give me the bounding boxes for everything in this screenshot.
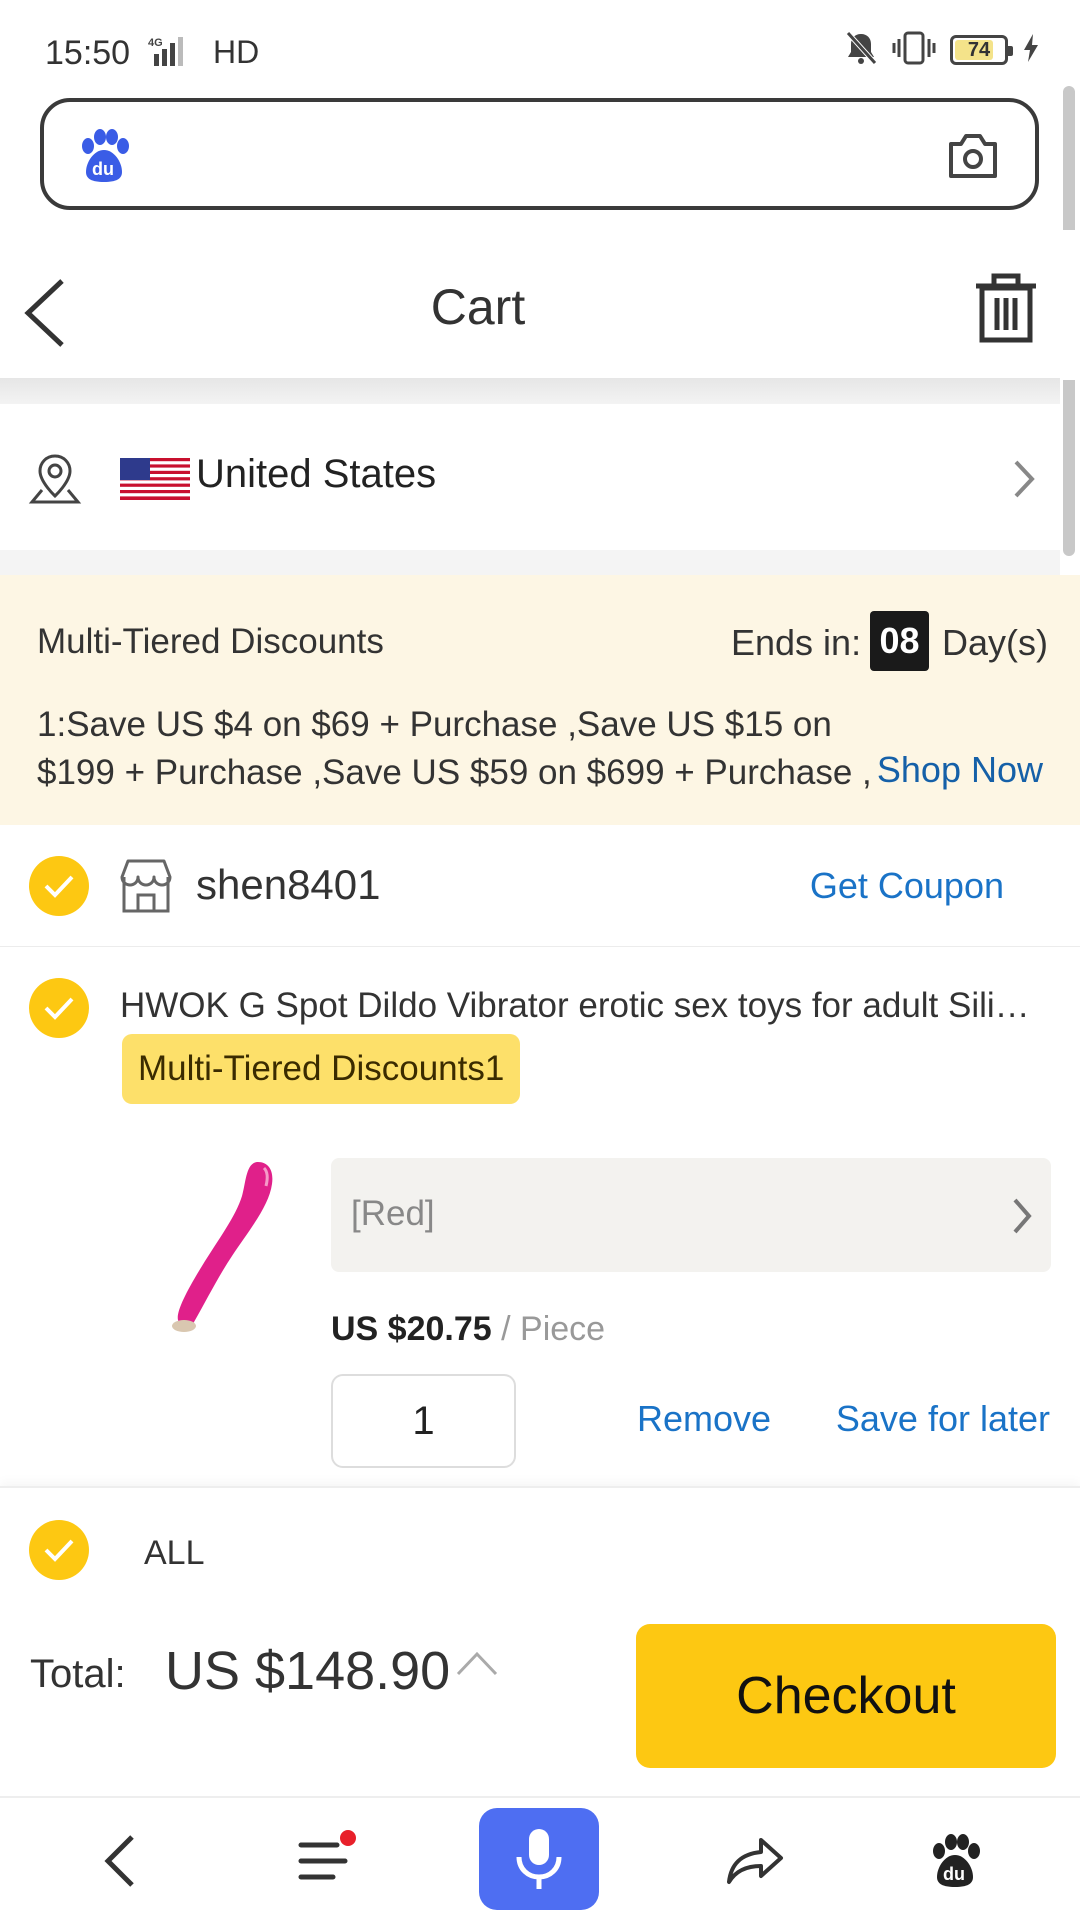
baidu-logo-icon: du bbox=[76, 128, 132, 184]
vibrate-icon bbox=[892, 31, 936, 70]
product-image[interactable] bbox=[140, 1150, 290, 1340]
get-coupon-link[interactable]: Get Coupon bbox=[810, 865, 1004, 907]
save-for-later-button[interactable]: Save for later bbox=[836, 1398, 1050, 1440]
price-unit: / Piece bbox=[501, 1310, 606, 1348]
quantity-input[interactable]: 1 bbox=[331, 1374, 516, 1468]
variant-selector[interactable]: [Red] bbox=[331, 1158, 1051, 1272]
status-time: 15:50 bbox=[45, 34, 131, 72]
signal-icon: 4G bbox=[148, 34, 206, 68]
select-all-label: ALL bbox=[144, 1534, 205, 1572]
us-flag-icon bbox=[120, 458, 190, 500]
chevron-right-icon bbox=[1009, 1194, 1035, 1238]
shop-now-link[interactable]: Shop Now bbox=[877, 749, 1043, 791]
item-checkbox[interactable] bbox=[29, 978, 89, 1038]
mute-bell-icon bbox=[844, 30, 878, 71]
battery-level: 74 bbox=[967, 38, 991, 61]
ends-in-label: Ends in: bbox=[731, 622, 862, 663]
svg-text:4G: 4G bbox=[148, 37, 163, 49]
share-icon[interactable] bbox=[720, 1826, 790, 1896]
cart-header: Cart bbox=[0, 230, 1080, 380]
chevron-right-icon bbox=[1010, 456, 1038, 502]
checkout-footer: ALL Total: US $148.90 Checkout bbox=[0, 1486, 1080, 1796]
store-icon bbox=[118, 857, 174, 915]
item-price: US $20.75 bbox=[331, 1310, 492, 1348]
promo-description: 1:Save US $4 on $69 + Purchase ,Save US … bbox=[37, 705, 872, 792]
store-checkbox[interactable] bbox=[29, 856, 89, 916]
svg-text:du: du bbox=[943, 1864, 965, 1884]
total-value: US $148.90 bbox=[165, 1641, 451, 1701]
variant-label: [Red] bbox=[351, 1194, 435, 1233]
promo-title: Multi-Tiered Discounts bbox=[37, 622, 384, 661]
baidu-home-icon[interactable]: du bbox=[920, 1826, 990, 1896]
voice-search-button[interactable] bbox=[479, 1808, 599, 1910]
status-bar: 15:50 4G HD 74 bbox=[0, 0, 1080, 100]
page-title: Cart bbox=[430, 279, 526, 335]
microphone-icon bbox=[516, 1829, 562, 1889]
search-bar[interactable]: du bbox=[40, 98, 1039, 210]
select-all-checkbox[interactable] bbox=[29, 1520, 89, 1580]
shipping-location-row[interactable]: United States bbox=[0, 404, 1060, 550]
total-label: Total: bbox=[30, 1652, 126, 1696]
battery-icon: 74 bbox=[950, 35, 1013, 65]
countdown-days: 08 bbox=[870, 611, 929, 671]
discount-badge: Multi-Tiered Discounts1 bbox=[122, 1034, 521, 1104]
nav-back-icon[interactable] bbox=[85, 1826, 155, 1896]
camera-icon[interactable] bbox=[945, 130, 1001, 182]
price-row: US $20.75 / Piece bbox=[331, 1310, 605, 1349]
browser-nav-bar: du bbox=[0, 1796, 1080, 1920]
svg-text:du: du bbox=[92, 159, 114, 179]
charging-icon bbox=[1022, 33, 1040, 68]
trash-icon[interactable] bbox=[972, 272, 1040, 344]
chevron-up-icon[interactable] bbox=[454, 1648, 500, 1678]
country-label: United States bbox=[196, 452, 437, 496]
notification-dot bbox=[340, 1830, 356, 1846]
store-row: shen8401 Get Coupon bbox=[0, 825, 1080, 947]
location-pin-icon bbox=[28, 452, 82, 506]
checkout-button[interactable]: Checkout bbox=[636, 1624, 1056, 1768]
promo-banner: Multi-Tiered Discounts Ends in: 08 Day(s… bbox=[0, 575, 1080, 825]
countdown-unit: Day(s) bbox=[942, 622, 1048, 663]
item-title[interactable]: HWOK G Spot Dildo Vibrator erotic sex to… bbox=[120, 986, 1040, 1026]
store-name[interactable]: shen8401 bbox=[196, 861, 381, 909]
remove-button[interactable]: Remove bbox=[637, 1398, 771, 1440]
network-label: HD bbox=[213, 34, 260, 70]
